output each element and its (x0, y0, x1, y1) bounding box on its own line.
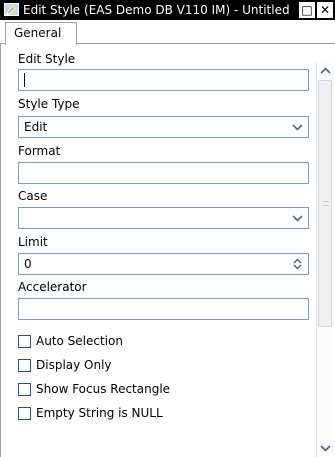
vertical-scrollbar[interactable] (316, 62, 333, 457)
edit-style-input[interactable] (18, 69, 309, 91)
chevron-down-icon[interactable] (317, 440, 333, 457)
show-focus-rectangle-checkbox[interactable]: Show Focus Rectangle (18, 382, 170, 396)
style-type-label: Style Type (18, 97, 80, 111)
checkbox-label: Display Only (36, 358, 112, 372)
checkbox-label: Empty String is NULL (36, 406, 163, 420)
spin-arrows-icon[interactable] (289, 256, 306, 272)
chevron-down-icon[interactable] (289, 210, 306, 226)
edit-style-label: Edit Style (18, 52, 76, 66)
display-only-checkbox[interactable]: Display Only (18, 358, 112, 372)
checkbox-box[interactable] (18, 406, 31, 420)
style-type-value: Edit (24, 120, 48, 134)
checkbox-label: Show Focus Rectangle (36, 382, 171, 396)
tab-general[interactable]: General (5, 22, 77, 45)
auto-selection-checkbox[interactable]: Auto Selection (18, 334, 123, 348)
checkbox-box[interactable] (18, 334, 31, 348)
chevron-down-icon[interactable] (289, 119, 306, 135)
chevron-up-icon[interactable] (317, 62, 333, 79)
checkbox-label: Auto Selection (36, 334, 123, 348)
style-type-select[interactable]: Edit (18, 116, 309, 138)
window-title: Edit Style (EAS Demo DB V110 IM) - Untit… (23, 3, 290, 17)
accelerator-label: Accelerator (18, 280, 87, 294)
empty-string-is-null-checkbox[interactable]: Empty String is NULL (18, 406, 163, 420)
scrollbar-thumb[interactable] (318, 80, 332, 327)
case-select[interactable] (18, 207, 309, 229)
tab-strip: General (0, 20, 335, 45)
limit-spinner[interactable]: 0 (18, 253, 309, 275)
checkbox-box[interactable] (18, 382, 31, 396)
checkbox-box[interactable] (18, 358, 31, 372)
grip-icon (323, 201, 329, 206)
maximize-button[interactable]: □ (299, 2, 315, 18)
case-label: Case (18, 189, 48, 203)
accelerator-input[interactable] (18, 298, 309, 320)
general-panel: Edit Style Style Type Edit Format Case L… (0, 44, 335, 457)
limit-value: 0 (24, 257, 32, 271)
title-bar: Edit Style (EAS Demo DB V110 IM) - Untit… (0, 0, 335, 20)
close-button[interactable]: ✕ (317, 2, 333, 18)
format-label: Format (18, 144, 61, 158)
limit-label: Limit (18, 235, 48, 249)
format-input[interactable] (18, 162, 309, 184)
text-caret (24, 73, 25, 87)
style-editor-icon (4, 3, 19, 16)
